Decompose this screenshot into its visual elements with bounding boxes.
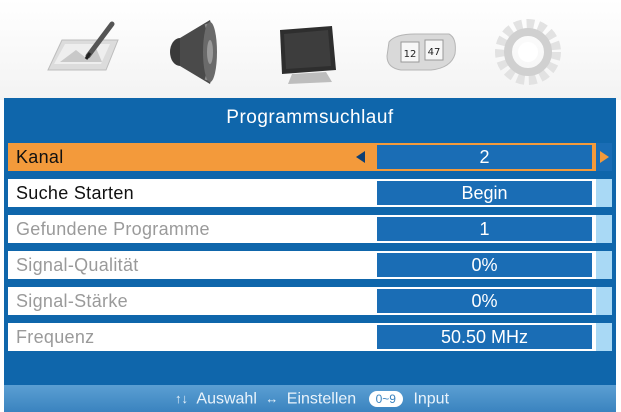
row-value-signal-qualitaet: 0% — [377, 253, 592, 277]
row-label-suche-starten: Suche Starten — [16, 183, 134, 203]
begin-button[interactable]: Begin — [377, 181, 592, 205]
row-label-kanal: Kanal — [16, 147, 64, 167]
row-value-signal-staerke: 0% — [377, 289, 592, 313]
row-suche-starten[interactable]: Suche Starten Begin — [8, 179, 612, 207]
number-keys-badge: 0~9 — [368, 390, 403, 407]
tab-picture[interactable] — [40, 12, 130, 90]
row-label-signal-qualitaet: Signal-Qualität — [16, 255, 139, 275]
row-label-signal-staerke: Signal-Stärke — [16, 291, 128, 311]
tab-sound[interactable] — [150, 12, 240, 90]
tv-icon — [280, 26, 336, 84]
increase-arrow-icon[interactable] — [600, 151, 609, 163]
row-edge-signal-staerke — [596, 287, 612, 315]
row-gefundene-programme: Gefundene Programme 1 — [8, 215, 612, 243]
row-edge-frequenz — [596, 323, 612, 351]
tab-settings[interactable] — [482, 12, 572, 90]
row-frequenz: Frequenz 50.50 MHz — [8, 323, 612, 351]
row-edge-gefundene-programme — [596, 215, 612, 243]
row-kanal[interactable]: Kanal 2 — [8, 143, 612, 171]
row-signal-staerke: Signal-Stärke 0% — [8, 287, 612, 315]
hint-input: Input — [413, 390, 450, 408]
left-right-arrows-icon: ↔ — [265, 391, 279, 407]
picture-icon — [47, 21, 119, 71]
menu-tab-bar: 12 47 — [0, 0, 621, 100]
clock-digits-hours: 12 — [404, 49, 417, 60]
speaker-icon — [170, 20, 217, 84]
row-value-gefundene-programme: 1 — [377, 217, 592, 241]
tv-osd-screen: 12 47 Programmsuchlauf Kanal 2 Suche Sta… — [0, 0, 621, 412]
tab-tv[interactable] — [262, 12, 352, 90]
row-value-frequenz: 50.50 MHz — [377, 325, 592, 349]
clock-digits-minutes: 47 — [428, 47, 441, 58]
clock-icon: 12 47 — [386, 33, 456, 71]
row-label-gefundene-programme: Gefundene Programme — [16, 219, 210, 239]
row-label-frequenz: Frequenz — [16, 327, 95, 347]
settings-gear-icon — [495, 19, 561, 85]
decrease-arrow-icon[interactable] — [356, 151, 365, 163]
menu-title: Programmsuchlauf — [226, 107, 394, 128]
row-signal-qualitaet: Signal-Qualität 0% — [8, 251, 612, 279]
row-edge-suche-starten — [596, 179, 612, 207]
hint-adjust: Einstellen — [286, 390, 357, 408]
footer-hint-bar: ↑↓ Auswahl ↔ Einstellen 0~9 Input — [4, 385, 616, 412]
menu-panel: Programmsuchlauf Kanal 2 Suche Starten B… — [4, 98, 616, 412]
row-edge-signal-qualitaet — [596, 251, 612, 279]
up-down-arrows-icon: ↑↓ — [174, 391, 188, 407]
hint-select: Auswahl — [196, 390, 257, 408]
menu-rows: Kanal 2 Suche Starten Begin Gefundene Pr… — [8, 143, 612, 359]
tab-clock[interactable]: 12 47 — [375, 12, 465, 90]
row-value-kanal: 2 — [377, 145, 592, 169]
